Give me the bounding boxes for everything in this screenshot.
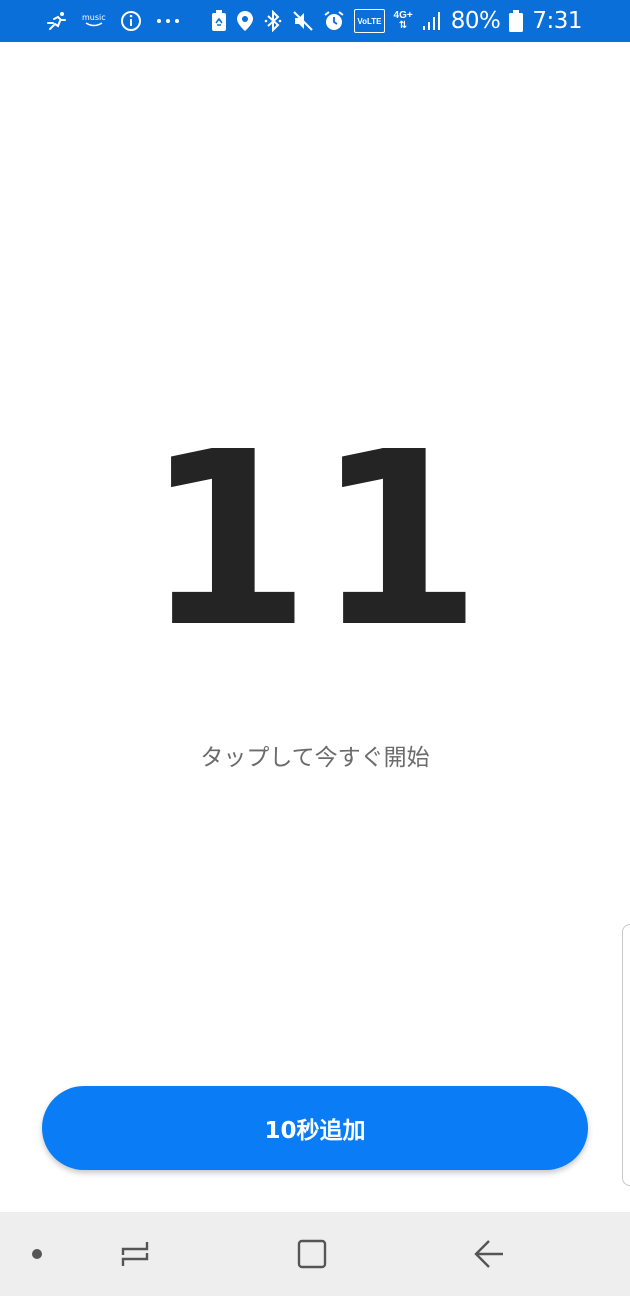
status-bar-right: VoLTE 4G+ ⇅ 80% 7:31 [202,8,582,34]
edge-panel-handle[interactable] [622,924,630,1186]
status-bar: music VoLTE 4G+ ⇅ 80% 7:31 [0,0,630,42]
dot-icon[interactable] [22,1212,52,1296]
network-4g-icon: 4G+ ⇅ [393,10,413,31]
home-icon[interactable] [287,1212,337,1296]
running-icon [46,9,68,33]
amazon-music-icon: music [82,9,106,33]
recent-apps-icon[interactable] [110,1212,160,1296]
navigation-bar [0,1212,630,1296]
battery-icon [509,9,524,33]
more-dots-icon [156,9,180,33]
signal-icon [422,9,442,33]
bluetooth-icon [263,9,283,33]
timer-screen: music VoLTE 4G+ ⇅ 80% 7:31 11 タップして今すぐ開始… [0,0,630,1296]
battery-percent: 80% [450,8,501,34]
battery-saver-icon [211,9,227,33]
back-icon[interactable] [464,1212,514,1296]
status-bar-left: music [46,9,194,33]
mute-icon [292,9,314,33]
alarm-icon [323,9,345,33]
data-arrows-icon: ⇅ [398,20,408,31]
countdown-display[interactable]: 11 [0,420,630,660]
info-icon [120,9,142,33]
location-icon [236,9,254,33]
clock: 7:31 [532,8,582,34]
add-10-seconds-button[interactable]: 10秒追加 [42,1086,588,1170]
tap-to-start-hint: タップして今すぐ開始 [200,745,430,771]
volte-icon: VoLTE [354,9,385,33]
